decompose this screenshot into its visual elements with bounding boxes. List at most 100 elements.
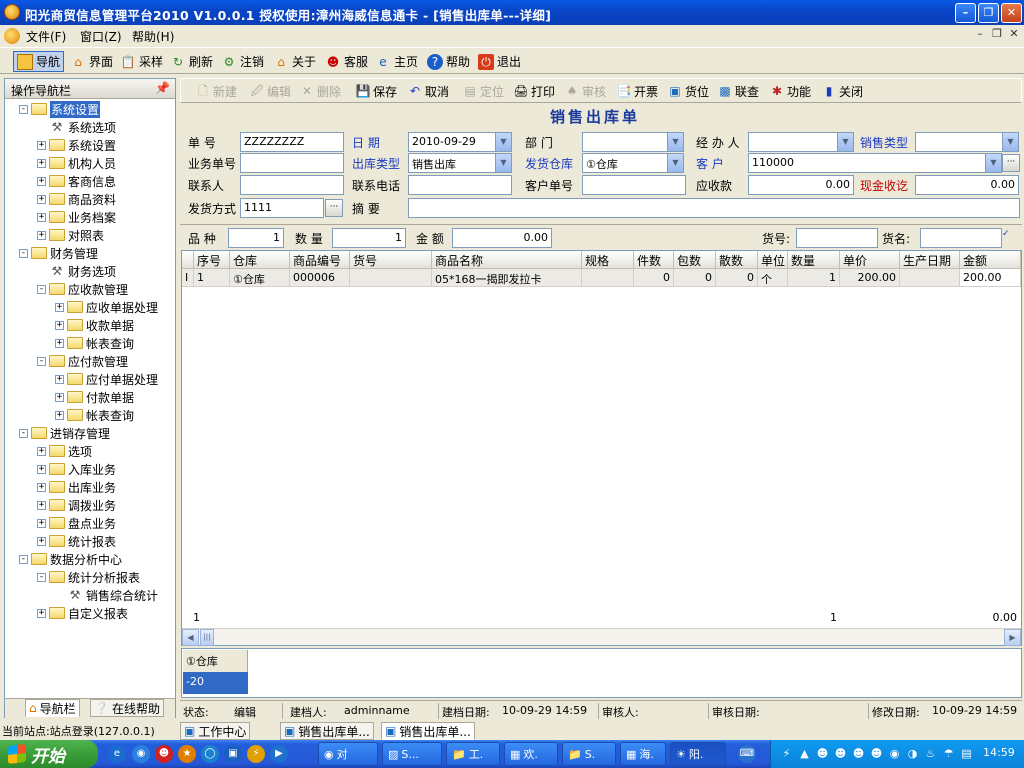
col-warehouse-cell[interactable]: ①仓库 (230, 269, 290, 287)
task-button[interactable]: 📁 S. (562, 742, 616, 766)
quicklaunch-icon[interactable]: ▶ (270, 745, 288, 763)
home-button[interactable]: e 主页 (372, 51, 421, 72)
menu-window[interactable]: 窗口(Z) (80, 28, 122, 45)
biz-no-field[interactable] (240, 153, 344, 173)
col-warehouse-header[interactable]: 仓库 (230, 251, 290, 269)
mdi-minimize-icon[interactable]: – (972, 27, 988, 43)
contact-field[interactable] (240, 175, 344, 195)
chevron-down-icon[interactable]: ▼ (667, 133, 683, 151)
nav-item[interactable]: + 收款单据 (55, 316, 134, 334)
col-packs-cell[interactable]: 0 (674, 269, 716, 287)
collapse-icon[interactable]: - (37, 572, 46, 582)
nav-item[interactable]: + 对照表 (37, 226, 104, 244)
app-menu-icon[interactable] (4, 28, 20, 44)
restore-button[interactable]: ❐ (978, 3, 999, 23)
doc-no-field[interactable]: ZZZZZZZZ (240, 132, 344, 152)
col-loose-cell[interactable]: 0 (716, 269, 758, 287)
memo-field[interactable] (408, 198, 1020, 218)
goods-no-search[interactable] (796, 228, 878, 248)
nav-item[interactable]: - 系统设置 (19, 100, 101, 118)
out-type-select[interactable]: 销售出库 ▼ (408, 153, 512, 173)
col-amount-cell[interactable]: 200.00 (960, 269, 1021, 287)
pin-icon[interactable]: 📌 (155, 81, 170, 95)
nav-item[interactable]: + 盘点业务 (37, 514, 116, 532)
tray-icon[interactable]: ♨ (923, 746, 938, 761)
new-button[interactable]: 🗋 新建 (195, 81, 237, 101)
cust-no-field[interactable] (582, 175, 686, 195)
expand-icon[interactable]: + (37, 446, 46, 456)
stock-value[interactable]: -20 (183, 672, 248, 694)
col-unit-cell[interactable]: 个 (758, 269, 788, 287)
nav-item[interactable]: + 帐表查询 (55, 334, 134, 352)
menu-file[interactable]: 文件(F) (26, 28, 66, 45)
dept-select[interactable]: ▼ (582, 132, 684, 152)
tray-icon[interactable]: ◉ (887, 746, 902, 761)
collapse-icon[interactable]: - (37, 284, 46, 294)
quicklaunch-icon[interactable]: ▣ (224, 745, 242, 763)
window-tab-sales-out-2[interactable]: ▣ 销售出库单... (381, 722, 475, 740)
ship-way-browse-button[interactable]: ··· (325, 199, 343, 217)
expand-icon[interactable]: + (37, 158, 46, 168)
customer-select[interactable]: 110000 ▼ (748, 153, 1002, 173)
nav-item[interactable]: - 统计分析报表 (37, 568, 140, 586)
nav-item[interactable]: + 统计报表 (37, 532, 116, 550)
tray-icon[interactable]: ⚡ (779, 746, 794, 761)
col-prod-date-header[interactable]: 生产日期 (900, 251, 960, 269)
save-button[interactable]: 💾 保存 (355, 81, 398, 101)
expand-icon[interactable]: + (37, 608, 46, 618)
nav-item[interactable]: + 选项 (37, 442, 92, 460)
col-price-cell[interactable]: 200.00 (840, 269, 900, 287)
expand-icon[interactable]: + (37, 140, 46, 150)
quicklaunch-icon[interactable]: ◯ (201, 745, 219, 763)
locate-button[interactable]: ▤ 定位 (462, 81, 504, 101)
window-tab-sales-out-1[interactable]: ▣ 销售出库单... (280, 722, 374, 740)
nav-item[interactable]: ⚒ 销售综合统计 (67, 586, 158, 604)
collapse-icon[interactable]: - (19, 248, 28, 258)
function-button[interactable]: ✱ 功能 (769, 81, 811, 101)
col-spec-header[interactable]: 规格 (582, 251, 634, 269)
goods-name-search[interactable] (920, 228, 1002, 248)
horizontal-scrollbar[interactable]: ◀ ||| ▶ (182, 628, 1021, 646)
keyboard-icon[interactable]: ⌨ (738, 745, 756, 763)
scroll-right-icon[interactable]: ▶ (1004, 629, 1021, 646)
tray-icon[interactable]: ◑ (905, 746, 920, 761)
refresh-button[interactable]: ↻ 刷新 (167, 51, 216, 72)
service-button[interactable]: ☻ 客服 (322, 51, 371, 72)
nav-item[interactable]: + 出库业务 (37, 478, 116, 496)
nav-item[interactable]: - 应付款管理 (37, 352, 128, 370)
nav-item[interactable]: - 进销存管理 (19, 424, 110, 442)
mdi-restore-icon[interactable]: ❐ (989, 27, 1005, 43)
nav-item[interactable]: - 财务管理 (19, 244, 98, 262)
task-button-active[interactable]: ☀ 阳. (670, 742, 726, 766)
quicklaunch-icon[interactable]: ◉ (132, 745, 150, 763)
col-price-header[interactable]: 单价 (840, 251, 900, 269)
collapse-icon[interactable]: - (19, 554, 28, 564)
nav-item[interactable]: ⚒ 系统选项 (49, 118, 116, 136)
query-button[interactable]: ▩ 联查 (717, 81, 759, 101)
collapse-icon[interactable]: - (19, 104, 28, 114)
ship-way-field[interactable]: 1111 (240, 198, 324, 218)
nav-item[interactable]: + 商品资料 (37, 190, 116, 208)
col-code-cell[interactable]: 000006 (290, 269, 350, 287)
expand-icon[interactable]: + (37, 212, 46, 222)
mdi-close-icon[interactable]: ✕ (1006, 27, 1022, 43)
nav-item[interactable]: ⚒ 财务选项 (49, 262, 116, 280)
col-seq-header[interactable]: 序号 (194, 251, 230, 269)
sample-button[interactable]: 📋 采样 (117, 51, 166, 72)
nav-item[interactable]: + 业务档案 (37, 208, 116, 226)
col-seq-cell[interactable]: 1 (194, 269, 230, 287)
col-name-header[interactable]: 商品名称 (432, 251, 582, 269)
nav-item[interactable]: - 数据分析中心 (19, 550, 122, 568)
expand-icon[interactable]: + (55, 302, 64, 312)
quicklaunch-icon[interactable]: ⚡ (247, 745, 265, 763)
expand-icon[interactable]: + (37, 518, 46, 528)
nav-item[interactable]: + 自定义报表 (37, 604, 128, 622)
date-field[interactable]: 2010-09-29 ▼ (408, 132, 512, 152)
qq-icon[interactable]: ☻ (833, 746, 848, 761)
close-form-button[interactable]: ▮ 关闭 (821, 81, 863, 101)
nav-item[interactable]: + 机构人员 (37, 154, 116, 172)
customer-browse-button[interactable]: ··· (1002, 154, 1020, 172)
expand-icon[interactable]: + (55, 374, 64, 384)
tab-online-help[interactable]: ❔ 在线帮助 (90, 699, 164, 717)
expand-icon[interactable]: + (37, 464, 46, 474)
